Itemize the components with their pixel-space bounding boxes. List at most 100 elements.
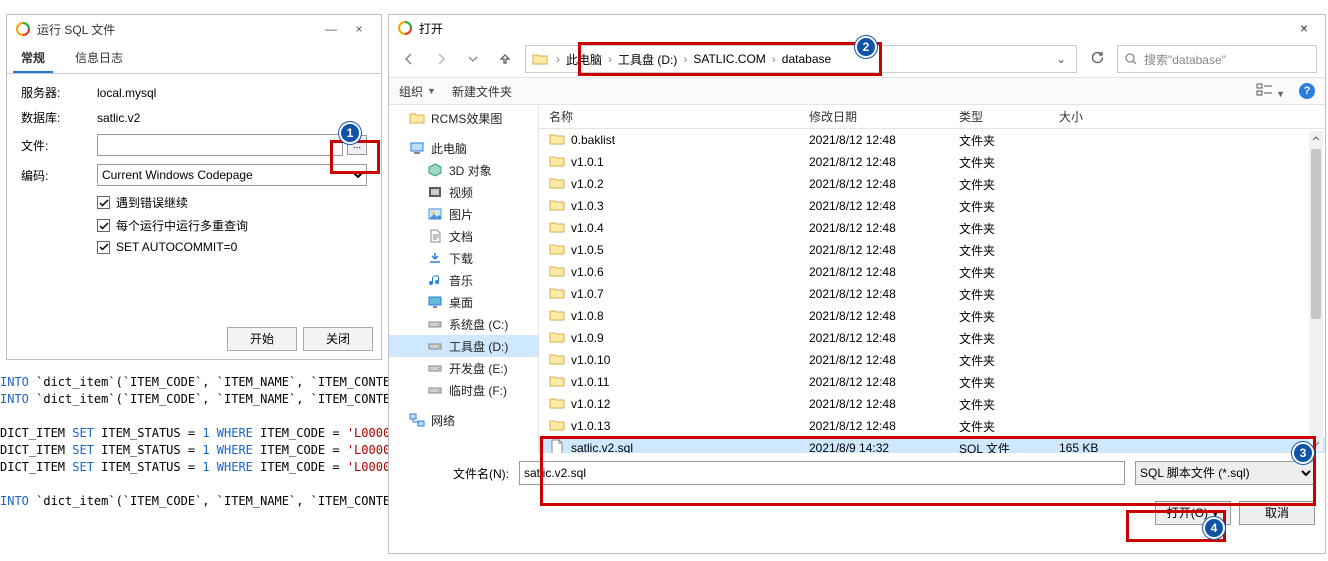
refresh-button[interactable] (1085, 51, 1109, 68)
encoding-select[interactable]: Current Windows Codepage (97, 164, 367, 186)
folder-icon (549, 308, 565, 325)
list-header[interactable]: 名称 修改日期 类型 大小 (539, 105, 1325, 129)
breadcrumb-dropdown-button[interactable]: ⌄ (1050, 52, 1072, 66)
search-placeholder: 搜索"database" (1144, 51, 1226, 68)
label-file: 文件: (21, 137, 97, 154)
tree-item-network[interactable]: 网络 (389, 409, 538, 431)
open-button[interactable]: 打开(O) ▼ (1155, 501, 1231, 525)
network-icon (409, 412, 425, 428)
new-folder-button[interactable]: 新建文件夹 (452, 83, 512, 100)
scroll-down-button[interactable] (1309, 437, 1323, 451)
file-type-filter[interactable]: SQL 脚本文件 (*.sql) (1135, 461, 1315, 485)
column-type[interactable]: 类型 (959, 108, 1059, 125)
tree-item[interactable]: 图片 (389, 203, 538, 225)
scroll-thumb[interactable] (1311, 149, 1321, 319)
column-size[interactable]: 大小 (1059, 108, 1179, 125)
start-button[interactable]: 开始 (227, 327, 297, 351)
run-sql-dialog: 运行 SQL 文件 — × 常规 信息日志 服务器: local.mysql 数… (6, 14, 382, 360)
tree-icon (427, 162, 443, 178)
folder-row[interactable]: v1.0.12021/8/12 12:48文件夹 (539, 151, 1325, 173)
folder-row[interactable]: v1.0.22021/8/12 12:48文件夹 (539, 173, 1325, 195)
search-box[interactable]: 搜索"database" (1117, 45, 1317, 73)
tree-item[interactable]: 视频 (389, 181, 538, 203)
help-button[interactable]: ? (1299, 83, 1315, 99)
window-minimize-button[interactable]: — (317, 22, 345, 36)
folder-row[interactable]: v1.0.62021/8/12 12:48文件夹 (539, 261, 1325, 283)
chevron-right-icon: › (772, 52, 776, 66)
folder-row[interactable]: v1.0.32021/8/12 12:48文件夹 (539, 195, 1325, 217)
tree-item-rcms[interactable]: RCMS效果图 (389, 107, 538, 129)
label-multi-query: 每个运行中运行多重查询 (116, 217, 248, 234)
checkbox-continue-on-error[interactable] (97, 196, 110, 209)
folder-row[interactable]: 0.baklist2021/8/12 12:48文件夹 (539, 129, 1325, 151)
file-row[interactable]: satlic.v2.sql2021/8/9 14:32SQL 文件165 KB (539, 437, 1325, 453)
folder-row[interactable]: v1.0.52021/8/12 12:48文件夹 (539, 239, 1325, 261)
checkbox-autocommit[interactable] (97, 241, 110, 254)
nav-history-button[interactable] (461, 47, 485, 71)
tree-item[interactable]: 工具盘 (D:) (389, 335, 538, 357)
view-mode-button[interactable]: ▼ (1256, 83, 1285, 100)
label-database: 数据库: (21, 109, 97, 126)
tree-icon (427, 250, 443, 266)
tree-icon (427, 272, 443, 288)
tree-item[interactable]: 桌面 (389, 291, 538, 313)
crumb-folder-1[interactable]: SATLIC.COM (693, 52, 765, 66)
tab-general[interactable]: 常规 (13, 43, 53, 73)
chevron-right-icon: › (608, 52, 612, 66)
tree-icon (427, 184, 443, 200)
folder-icon (549, 286, 565, 303)
file-list: 名称 修改日期 类型 大小 0.baklist2021/8/12 12:48文件… (539, 105, 1325, 453)
organize-button[interactable]: 组织▼ (399, 83, 436, 100)
filename-input[interactable] (519, 461, 1125, 485)
nav-up-button[interactable] (493, 47, 517, 71)
app-logo-icon (397, 20, 413, 36)
nav-back-button[interactable] (397, 47, 421, 71)
folder-row[interactable]: v1.0.92021/8/12 12:48文件夹 (539, 327, 1325, 349)
folder-row[interactable]: v1.0.82021/8/12 12:48文件夹 (539, 305, 1325, 327)
run-dialog-title: 运行 SQL 文件 (37, 21, 317, 38)
tree-item[interactable]: 3D 对象 (389, 159, 538, 181)
file-open-dialog: 打开 × › 此电脑 › 工具盘 (D:) › SATLIC.COM › dat… (388, 14, 1326, 554)
breadcrumb-bar[interactable]: › 此电脑 › 工具盘 (D:) › SATLIC.COM › database… (525, 45, 1077, 73)
column-name[interactable]: 名称 (539, 108, 809, 125)
tree-icon (427, 360, 443, 376)
column-date[interactable]: 修改日期 (809, 108, 959, 125)
value-server: local.mysql (97, 86, 156, 100)
folder-icon (549, 176, 565, 193)
window-close-button[interactable]: × (345, 22, 373, 36)
nav-forward-button[interactable] (429, 47, 453, 71)
folder-row[interactable]: v1.0.112021/8/12 12:48文件夹 (539, 371, 1325, 393)
tree-item[interactable]: 临时盘 (F:) (389, 379, 538, 401)
tree-item[interactable]: 音乐 (389, 269, 538, 291)
sql-code-background: INTO `dict_item`(`ITEM_CODE`, `ITEM_NAME… (0, 374, 420, 510)
folder-icon (549, 154, 565, 171)
label-autocommit: SET AUTOCOMMIT=0 (116, 240, 237, 254)
value-database: satlic.v2 (97, 111, 140, 125)
vertical-scrollbar[interactable] (1309, 131, 1323, 451)
browse-file-button[interactable]: ... (347, 135, 367, 155)
tree-item-this-pc[interactable]: 此电脑 (389, 137, 538, 159)
crumb-drive[interactable]: 工具盘 (D:) (618, 51, 677, 68)
tab-info-log[interactable]: 信息日志 (67, 43, 131, 73)
checkbox-multi-query[interactable] (97, 219, 110, 232)
folder-row[interactable]: v1.0.102021/8/12 12:48文件夹 (539, 349, 1325, 371)
tree-item[interactable]: 下载 (389, 247, 538, 269)
nav-tree: RCMS效果图 此电脑 3D 对象视频图片文档下载音乐桌面系统盘 (C:)工具盘… (389, 105, 539, 453)
tree-item[interactable]: 文档 (389, 225, 538, 247)
crumb-this-pc[interactable]: 此电脑 (566, 51, 602, 68)
folder-row[interactable]: v1.0.132021/8/12 12:48文件夹 (539, 415, 1325, 437)
folder-row[interactable]: v1.0.42021/8/12 12:48文件夹 (539, 217, 1325, 239)
cancel-button[interactable]: 取消 (1239, 501, 1315, 525)
crumb-folder-2[interactable]: database (782, 52, 831, 66)
filename-label: 文件名(N): (399, 465, 509, 482)
close-button[interactable]: 关闭 (303, 327, 373, 351)
folder-icon (549, 352, 565, 369)
tree-item[interactable]: 系统盘 (C:) (389, 313, 538, 335)
scroll-up-button[interactable] (1309, 131, 1323, 145)
file-path-input[interactable] (97, 134, 343, 156)
folder-row[interactable]: v1.0.72021/8/12 12:48文件夹 (539, 283, 1325, 305)
file-icon (549, 439, 565, 454)
tree-item[interactable]: 开发盘 (E:) (389, 357, 538, 379)
open-dialog-close-button[interactable]: × (1291, 20, 1317, 36)
folder-row[interactable]: v1.0.122021/8/12 12:48文件夹 (539, 393, 1325, 415)
